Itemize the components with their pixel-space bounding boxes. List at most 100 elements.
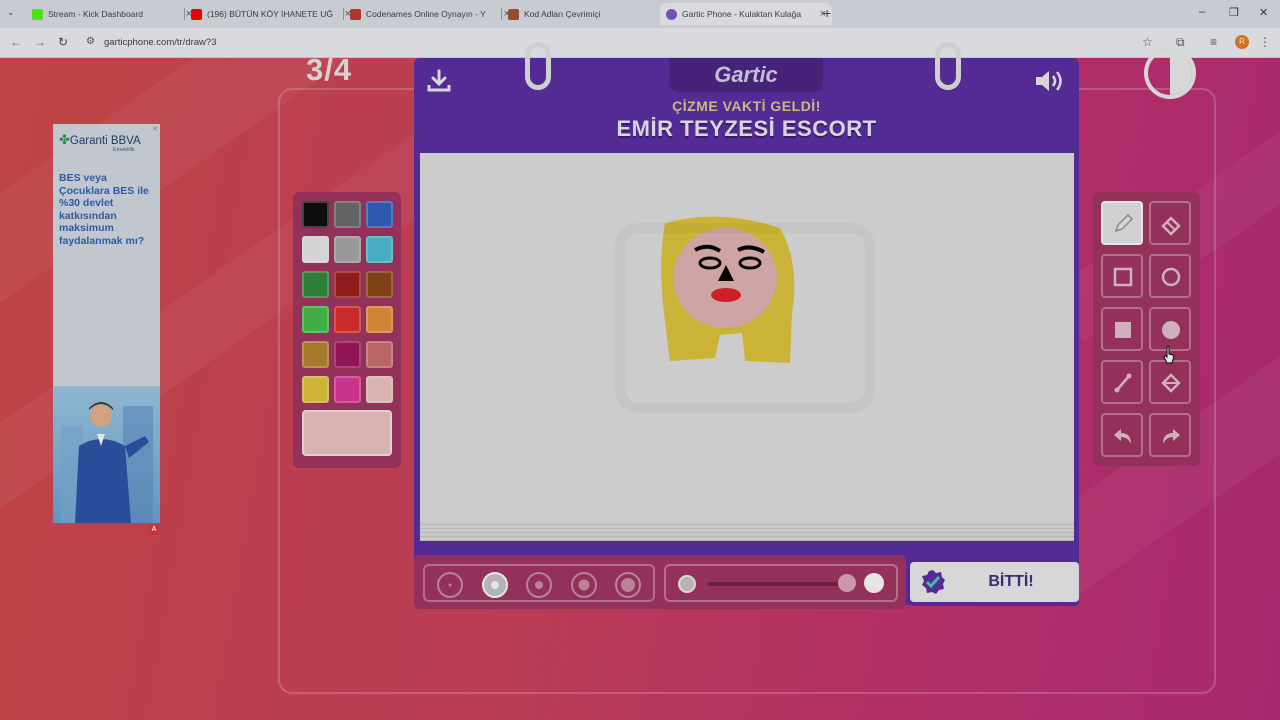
tab-search-chevron-icon[interactable]: ⌄ — [7, 7, 15, 18]
filled-rectangle-tool[interactable] — [1101, 307, 1143, 351]
color-swatch[interactable] — [334, 271, 361, 298]
tab-title: Gartic Phone - Kulaktan Kulağa — [682, 9, 802, 19]
drawing-canvas[interactable] — [420, 153, 1074, 521]
line-tool[interactable] — [1101, 360, 1143, 404]
restore-icon[interactable]: ❐ — [1229, 6, 1239, 19]
volume-icon[interactable] — [1033, 68, 1067, 94]
gartic-favicon-icon — [666, 8, 677, 20]
color-swatch[interactable] — [366, 306, 393, 333]
opacity-high-icon — [864, 573, 884, 593]
ad-close-icon[interactable]: ✕ — [152, 125, 158, 133]
rectangle-filled-icon — [1115, 322, 1131, 338]
tool-panel — [1093, 192, 1200, 466]
current-color-preview — [302, 410, 392, 456]
fill-bucket-tool[interactable] — [1149, 360, 1191, 404]
contrast-toggle-button[interactable] — [1144, 47, 1196, 99]
forward-arrow-icon[interactable]: → — [34, 35, 46, 49]
ellipse-filled-icon — [1162, 321, 1180, 339]
color-swatch[interactable] — [334, 376, 361, 403]
back-arrow-icon[interactable]: ← — [10, 35, 22, 49]
color-swatch[interactable] — [366, 271, 393, 298]
color-swatch[interactable] — [334, 236, 361, 263]
board-header: Gartic ÇİZME VAKTİ GELDİ! EMİR TEYZESİ E… — [414, 42, 1079, 152]
media-controls-icon[interactable]: ≡ — [1210, 35, 1217, 49]
kick-favicon-icon — [32, 8, 43, 20]
color-swatch[interactable] — [334, 201, 361, 228]
redo-button[interactable] — [1149, 413, 1191, 457]
color-swatch[interactable] — [302, 376, 329, 403]
download-icon[interactable] — [426, 68, 452, 94]
color-swatch[interactable] — [302, 341, 329, 368]
tab-title: Kod Adları Çevrimiçi — [524, 9, 601, 19]
opacity-slider[interactable] — [708, 582, 848, 586]
eraser-tool[interactable] — [1149, 201, 1191, 245]
ad-brand-sub: Emeklilik — [113, 147, 135, 153]
color-swatch[interactable] — [366, 201, 393, 228]
prompt-heading: ÇİZME VAKTİ GELDİ! — [672, 98, 821, 114]
tab-codenames[interactable]: Codenames Online Oynayın - Y × — [344, 3, 516, 25]
adchoices-icon[interactable]: A — [149, 525, 159, 535]
binder-ring-left — [525, 42, 551, 90]
eraser-icon — [1161, 216, 1181, 236]
prompt-text: EMİR TEYZESİ ESCORT — [616, 116, 877, 141]
color-swatch[interactable] — [366, 376, 393, 403]
color-swatch[interactable] — [334, 306, 361, 333]
color-swatch[interactable] — [366, 341, 393, 368]
brush-size-group — [423, 564, 655, 602]
line-icon — [1114, 373, 1132, 393]
color-swatch[interactable] — [302, 306, 329, 333]
step-counter: 3/4 — [306, 52, 353, 87]
logo-plate: Gartic — [669, 58, 823, 92]
opacity-low-icon — [678, 575, 696, 593]
tab-kod-adlari[interactable]: Kod Adları Çevrimiçi × — [502, 3, 674, 25]
filled-ellipse-tool[interactable] — [1149, 307, 1191, 351]
tab-title: Stream - Kick Dashboard — [48, 9, 143, 19]
gartic-logo: Gartic — [714, 62, 778, 87]
url-field[interactable]: garticphone.com/tr/draw?3 — [104, 37, 216, 48]
binder-ring-right — [935, 42, 961, 90]
browser-menu-icon[interactable]: ⋮ — [1259, 35, 1271, 49]
color-swatch[interactable] — [334, 341, 361, 368]
notebook-pages — [420, 521, 1074, 541]
color-swatch[interactable] — [366, 236, 393, 263]
pencil-tool[interactable] — [1101, 201, 1143, 245]
undo-button[interactable] — [1101, 413, 1143, 457]
brush-size-1[interactable] — [437, 572, 463, 598]
brush-size-2[interactable] — [482, 572, 508, 598]
new-tab-plus-icon[interactable]: + — [823, 5, 831, 21]
rectangle-tool[interactable] — [1101, 254, 1143, 298]
color-swatch[interactable] — [302, 271, 329, 298]
opacity-slider-handle[interactable] — [838, 574, 856, 592]
ellipse-outline-icon — [1161, 267, 1181, 287]
tab-strip: ⌄ Stream - Kick Dashboard × (196) BÜTÜN … — [0, 0, 1280, 28]
tab-title: Codenames Online Oynayın - Y — [366, 9, 486, 19]
done-button[interactable]: BİTTİ! — [910, 562, 1079, 602]
color-palette — [293, 192, 401, 468]
opacity-group — [664, 564, 898, 602]
brush-size-4[interactable] — [571, 572, 597, 598]
address-bar: ← → ↻ ⚙ garticphone.com/tr/draw?3 ☆ ⧉ ≡ … — [0, 28, 1280, 58]
rectangle-outline-icon — [1113, 267, 1133, 287]
bookmark-star-icon[interactable]: ☆ — [1142, 35, 1153, 49]
tab-gartic-phone[interactable]: Gartic Phone - Kulaktan Kulağa × — [660, 3, 832, 25]
reload-icon[interactable]: ↻ — [58, 35, 68, 49]
tab-youtube[interactable]: (196) BÜTÜN KÖY İHANETE UĞ × — [185, 3, 357, 25]
youtube-favicon-icon — [191, 8, 202, 20]
done-label: BİTTİ! — [988, 573, 1034, 590]
ad-photo — [53, 386, 160, 523]
check-badge-icon — [922, 570, 945, 594]
brush-size-3[interactable] — [526, 572, 552, 598]
color-swatch[interactable] — [302, 236, 329, 263]
profile-avatar[interactable]: R — [1235, 35, 1249, 49]
brush-size-5[interactable] — [615, 572, 641, 598]
advertisement[interactable]: ✤Garanti BBVA Emeklilik ✕ BES veya Çocuk… — [53, 124, 160, 523]
site-info-icon[interactable]: ⚙ — [86, 36, 95, 47]
window-close-icon[interactable]: ✕ — [1259, 6, 1268, 19]
ellipse-tool[interactable] — [1149, 254, 1191, 298]
hand-cursor-icon — [1163, 346, 1175, 364]
minimize-icon[interactable]: – — [1199, 6, 1205, 18]
color-swatch[interactable] — [302, 201, 329, 228]
ad-brand: ✤Garanti BBVA — [59, 132, 141, 147]
contrast-icon — [1170, 51, 1192, 95]
tab-kick-dashboard[interactable]: Stream - Kick Dashboard × — [26, 3, 198, 25]
